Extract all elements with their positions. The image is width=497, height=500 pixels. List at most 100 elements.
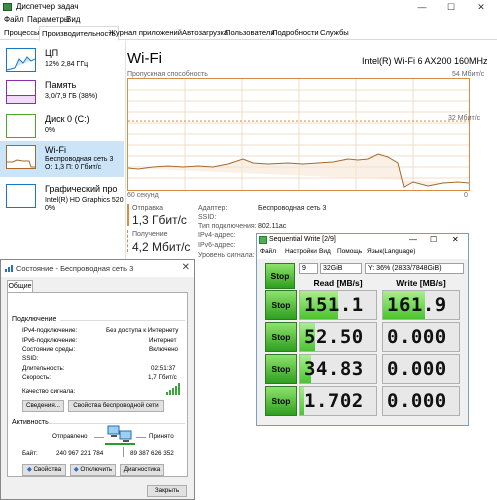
sw-menu-bar: Файл Настройки Вид Помощь Язык(Language) (257, 248, 468, 259)
wifi-graph-thumb (6, 145, 36, 169)
count-select[interactable]: 9 (299, 263, 318, 274)
title-bar: Диспетчер задач — ☐ ✕ (0, 0, 497, 14)
row-label: Длительность: (22, 365, 65, 372)
network-status-icon (5, 265, 13, 272)
menu-bar: Файл Параметры Вид (0, 14, 497, 26)
activity-section-title: Активность (12, 419, 49, 426)
wifi-sparkline (7, 159, 35, 168)
disable-button-label: Отключить (80, 466, 113, 473)
send-label: Отправка (132, 205, 164, 212)
shield-icon: ◆ (26, 466, 32, 473)
benchmark-area: Stop 9 32GiB Y: 36% (2833/7848GiB) Read … (257, 259, 468, 425)
section-divider (60, 320, 185, 321)
detail-key: Уровень сигнала: (198, 252, 255, 259)
row-stop-button[interactable]: Stop (265, 322, 297, 352)
diagnose-button[interactable]: Диагностика (120, 464, 164, 476)
sw-title: Sequential Write [2/9] (269, 236, 336, 243)
row-label: Состояние среды: (22, 346, 76, 353)
sidebar-label: Диск 0 (C:) (45, 114, 90, 124)
disable-button[interactable]: ◆ Отключить (70, 464, 116, 476)
properties-button-label: Свойства (33, 466, 62, 473)
received-line (136, 437, 146, 438)
signal-strength-icon (166, 383, 180, 395)
sent-label: Отправлено (52, 433, 88, 440)
sidebar-sub: 0% (45, 127, 56, 134)
detail-key: Тип подключения: (198, 223, 257, 230)
sidebar-item-wifi[interactable]: Wi-Fi Беспроводная сеть 3 О: 1,3 П: 0 Гб… (0, 141, 124, 177)
maximize-icon[interactable]: ☐ (430, 235, 437, 244)
sidebar-sub2: О: 1,3 П: 0 Гбит/с (45, 164, 102, 171)
detail-key: IPv4-адрес: (198, 232, 236, 239)
row-stop-button[interactable]: Stop (265, 354, 297, 384)
write-column-header: Write [MB/s] (396, 278, 446, 288)
tab-bar: Процессы Производительность Журнал прило… (0, 26, 497, 41)
row-stop-button[interactable]: Stop (265, 290, 297, 320)
graph-zero-label: 0 (464, 192, 468, 199)
general-tab-page: Подключение IPv4-подключение: Без доступ… (7, 292, 188, 477)
menu-file[interactable]: Файл (4, 15, 24, 24)
menu-file[interactable]: Файл (260, 248, 276, 255)
tab-services[interactable]: Службы (318, 26, 351, 40)
adapter-name: Intel(R) Wi-Fi 6 AX200 160MHz (362, 56, 488, 66)
menu-view[interactable]: Вид (66, 15, 80, 24)
received-label: Принято (149, 433, 174, 440)
read-value: 151.1 (304, 294, 364, 316)
detail-key: SSID: (198, 214, 217, 221)
sidebar-sub: 12% 2,84 ГГц (45, 61, 89, 68)
maximize-button[interactable]: ☐ (440, 0, 462, 14)
tab-details[interactable]: Подробности (270, 26, 321, 40)
minimize-icon[interactable]: — (409, 235, 417, 244)
receive-indicator (127, 230, 129, 252)
detail-value: 802.11ac (258, 223, 287, 230)
window-title: Диспетчер задач (16, 2, 79, 11)
size-value: 32GiB (323, 265, 343, 272)
properties-button[interactable]: ◆ Свойства (22, 464, 66, 476)
menu-settings[interactable]: Настройки (285, 248, 317, 255)
row-label: Скорость: (22, 374, 51, 381)
close-button[interactable]: ✕ (470, 0, 492, 14)
throughput-graph-svg (127, 79, 470, 190)
sidebar-label: Память (45, 80, 77, 90)
close-dialog-button[interactable]: Закрыть (147, 485, 187, 497)
detail-key: IPv6-адрес: (198, 242, 236, 249)
row-value: 02:51:37 (151, 365, 176, 372)
stop-all-button[interactable]: Stop (265, 263, 295, 289)
graph-mid-label: 32 Мбит/с (448, 115, 481, 122)
read-value: 1.702 (304, 390, 364, 412)
dialog-title: Состояние - Беспроводная сеть 3 (16, 264, 134, 273)
write-value: 161.9 (387, 294, 447, 316)
drive-select[interactable]: Y: 36% (2833/7848GiB) (365, 263, 464, 274)
menu-language[interactable]: Язык(Language) (367, 248, 415, 255)
details-button[interactable]: Сведения... (22, 400, 64, 412)
network-activity-icon (105, 425, 135, 445)
menu-help[interactable]: Помощь (337, 248, 362, 255)
write-result: 0.000 (382, 386, 460, 416)
wireless-properties-button[interactable]: Свойства беспроводной сети (68, 400, 164, 412)
send-indicator (127, 204, 129, 226)
signal-label: Качество сигнала: (22, 388, 76, 395)
tab-app-history[interactable]: Журнал приложений (107, 26, 184, 40)
tab-processes[interactable]: Процессы (2, 26, 41, 40)
write-value: 0.000 (387, 326, 447, 348)
receive-value: 4,2 Мбит/с (132, 240, 191, 254)
minimize-button[interactable]: — (411, 0, 433, 14)
row-value: 1,7 Гбит/с (148, 374, 177, 381)
close-icon[interactable]: ✕ (182, 262, 190, 273)
drive-value: Y: 36% (2833/7848GiB) (368, 265, 442, 272)
write-result: 161.9 (382, 290, 460, 320)
row-stop-button[interactable]: Stop (265, 386, 297, 416)
row-label: IPv6-подключение: (22, 337, 78, 344)
close-icon[interactable]: ✕ (452, 235, 459, 244)
sidebar-sub: Intel(R) HD Graphics 520 (45, 197, 124, 204)
receive-label: Получение (132, 231, 168, 238)
menu-view[interactable]: Вид (319, 248, 331, 255)
size-select[interactable]: 32GiB (320, 263, 362, 274)
bytes-sent: 240 967 221 784 (56, 450, 104, 457)
shield-icon: ◆ (73, 466, 79, 473)
tab-general[interactable]: Общие (7, 280, 33, 292)
sidebar-item-gpu[interactable]: Графический про Intel(R) HD Graphics 520… (0, 180, 124, 220)
menu-options[interactable]: Параметры (27, 15, 70, 24)
tab-users[interactable]: Пользователи (223, 26, 277, 40)
memory-graph-thumb (6, 80, 36, 104)
cpu-graph-thumb (6, 48, 36, 72)
